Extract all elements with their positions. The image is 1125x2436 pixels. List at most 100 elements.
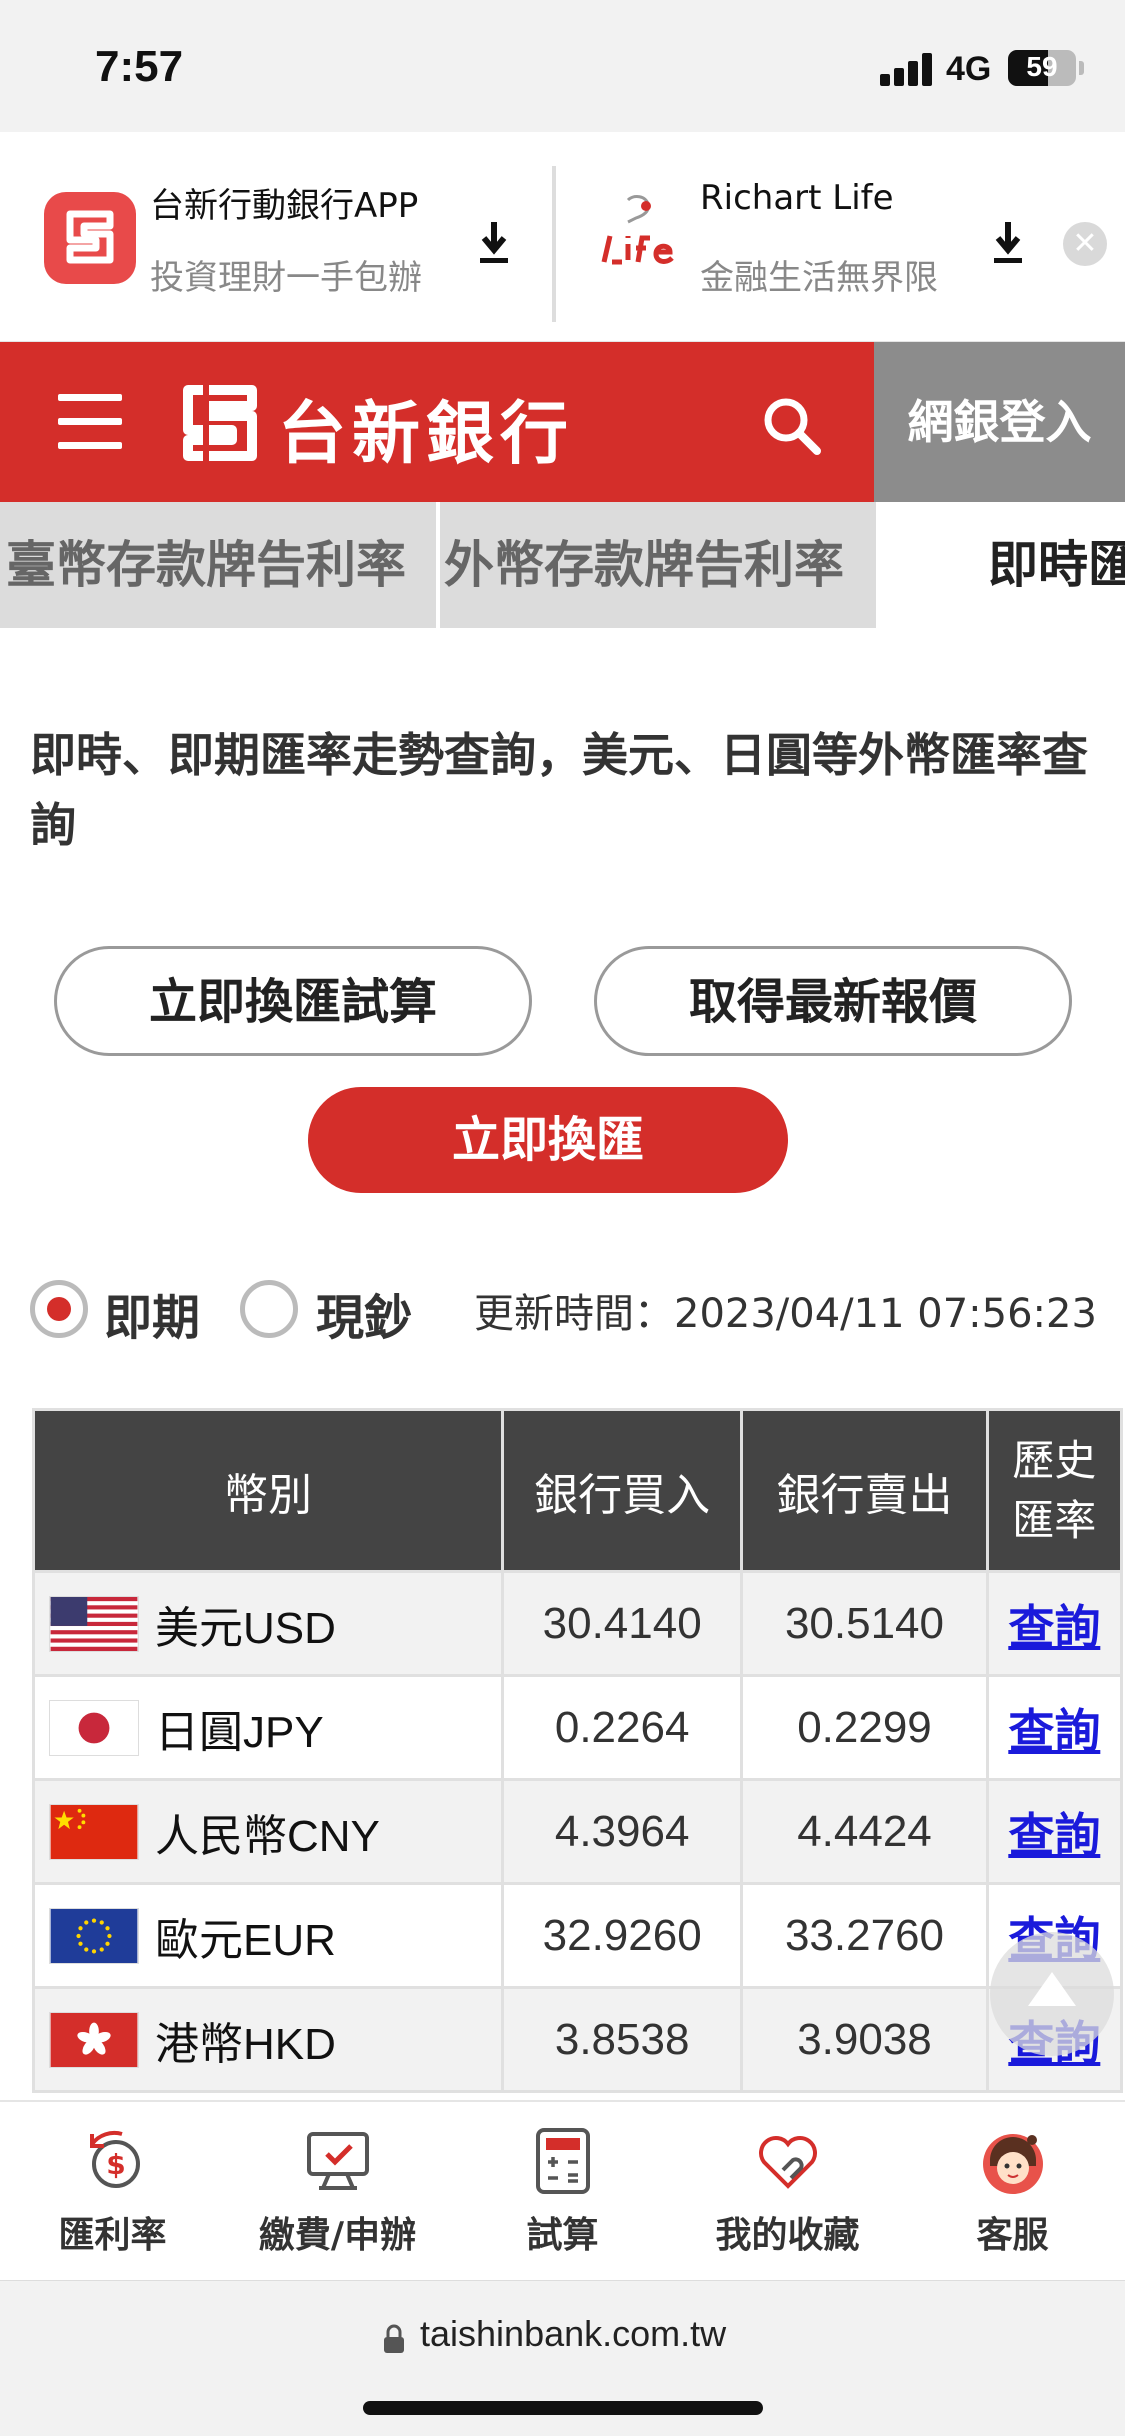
currency-cell: 港幣HKD bbox=[32, 1986, 504, 2093]
history-cell: 查詢 bbox=[985, 1570, 1124, 1677]
get-latest-quote-button[interactable]: 取得最新報價 bbox=[594, 946, 1072, 1056]
page-description: 即時、即期匯率走勢查詢，美元、日圓等外幣匯率查詢 bbox=[30, 728, 1088, 852]
radio-dot bbox=[47, 1297, 71, 1321]
us-flag-icon bbox=[49, 1595, 139, 1652]
app-subtitle: 金融生活無界限 bbox=[700, 258, 938, 298]
app-title[interactable]: Richart Life bbox=[700, 178, 894, 218]
exchange-rate-table: 幣別 銀行買入 銀行賣出 歷史匯率 美元USD 30.4140 30.5140 … bbox=[32, 1408, 1124, 2093]
network-type: 4G bbox=[946, 50, 992, 88]
nav-label: 匯利率 bbox=[58, 2215, 167, 2256]
close-icon[interactable]: ✕ bbox=[1063, 222, 1107, 266]
history-query-link[interactable]: 查詢 bbox=[1008, 1809, 1100, 1861]
cash-label[interactable]: 現鈔 bbox=[316, 1278, 412, 1348]
nav-label: 試算 bbox=[526, 2215, 599, 2256]
signal-icon bbox=[880, 52, 936, 86]
exchange-now-button[interactable]: 立即換匯 bbox=[308, 1087, 788, 1193]
spot-label[interactable]: 即期 bbox=[104, 1278, 200, 1348]
buy-rate: 30.4140 bbox=[500, 1570, 744, 1677]
richart-life-icon[interactable] bbox=[598, 192, 678, 278]
history-query-link[interactable]: 查詢 bbox=[1008, 1705, 1100, 1757]
bottom-nav: $ 匯利率 繳費/申辦 試算 我的收藏 客服 bbox=[0, 2100, 1125, 2280]
cn-flag-icon bbox=[49, 1803, 139, 1860]
buy-rate: 3.8538 bbox=[500, 1986, 744, 2093]
taishin-logo-icon[interactable] bbox=[176, 382, 266, 464]
buy-rate: 32.9260 bbox=[500, 1882, 744, 1989]
nav-item-customer-service[interactable]: 客服 bbox=[900, 2102, 1125, 2282]
banner-divider bbox=[552, 166, 556, 322]
update-time: 更新時間：2023/04/11 07:56:23 bbox=[474, 1291, 1097, 1337]
battery-nub bbox=[1079, 61, 1084, 75]
svg-text:$: $ bbox=[106, 2148, 125, 2181]
sell-rate: 30.5140 bbox=[740, 1570, 989, 1677]
spot-radio[interactable] bbox=[30, 1280, 88, 1338]
sell-rate: 3.9038 bbox=[740, 1986, 989, 2093]
exchange-calc-button[interactable]: 立即換匯試算 bbox=[54, 946, 532, 1056]
history-cell: 查詢 bbox=[985, 1674, 1124, 1781]
nav-item-calculator[interactable]: 試算 bbox=[450, 2102, 675, 2282]
nav-item-payment[interactable]: 繳費/申辦 bbox=[225, 2102, 450, 2282]
nav-item-favorites[interactable]: 我的收藏 bbox=[675, 2102, 900, 2282]
battery-percent: 59 bbox=[1026, 51, 1058, 82]
battery-icon: 59 bbox=[1008, 50, 1076, 86]
currency-name: 美元USD bbox=[155, 1603, 336, 1653]
jp-flag-icon bbox=[49, 1699, 139, 1756]
currency-cell: 歐元EUR bbox=[32, 1882, 504, 1989]
tab-foreign-deposit-rate[interactable]: 外幣存款牌告利率 bbox=[440, 502, 876, 628]
nav-label: 我的收藏 bbox=[715, 2215, 860, 2256]
browser-url-bar[interactable]: taishinbank.com.tw bbox=[0, 2280, 1125, 2436]
history-query-link[interactable]: 查詢 bbox=[1008, 1601, 1100, 1653]
site-header: 台新銀行 bbox=[0, 342, 874, 502]
status-bar: 7:57 4G 59 bbox=[0, 0, 1125, 132]
brand-name[interactable]: 台新銀行 bbox=[278, 378, 574, 477]
column-header: 幣別 bbox=[32, 1408, 504, 1573]
home-indicator[interactable] bbox=[363, 2401, 763, 2415]
currency-cell: 人民幣CNY bbox=[32, 1778, 504, 1885]
table-row: 港幣HKD 3.8538 3.9038 查詢 bbox=[32, 1986, 1124, 2093]
cash-radio[interactable] bbox=[240, 1280, 298, 1338]
column-header: 銀行賣出 bbox=[740, 1408, 989, 1573]
download-icon[interactable] bbox=[988, 218, 1028, 268]
nav-label: 客服 bbox=[976, 2215, 1049, 2256]
tab-realtime-rate[interactable]: 即時匯率 bbox=[988, 502, 1125, 628]
app-title[interactable]: 台新行動銀行APP bbox=[150, 178, 418, 227]
currency-name: 港幣HKD bbox=[155, 2019, 336, 2069]
table-row: 歐元EUR 32.9260 33.2760 查詢 bbox=[32, 1882, 1124, 1989]
column-header: 銀行買入 bbox=[500, 1408, 744, 1573]
calculator-icon bbox=[536, 2128, 590, 2194]
nav-label: 繳費/申辦 bbox=[258, 2215, 417, 2256]
eu-flag-icon bbox=[49, 1907, 139, 1964]
tab-twd-deposit-rate[interactable]: 臺幣存款牌告利率 bbox=[0, 502, 436, 628]
status-time: 7:57 bbox=[95, 42, 184, 91]
app-download-banner: 台新行動銀行APP 投資理財一手包辦 Richart Life 金融生活無界限 bbox=[0, 132, 1125, 342]
table-row: 美元USD 30.4140 30.5140 查詢 bbox=[32, 1570, 1124, 1677]
search-icon[interactable] bbox=[760, 394, 824, 458]
currency-cell: 美元USD bbox=[32, 1570, 504, 1677]
currency-cell: 日圓JPY bbox=[32, 1674, 504, 1781]
sell-rate: 0.2299 bbox=[740, 1674, 989, 1781]
scroll-top-icon[interactable] bbox=[990, 1932, 1114, 2056]
currency-name: 歐元EUR bbox=[155, 1915, 336, 1965]
favorites-icon bbox=[759, 2136, 817, 2189]
online-banking-login-button[interactable]: 網銀登入 bbox=[874, 342, 1125, 502]
buy-rate: 4.3964 bbox=[500, 1778, 744, 1885]
sell-rate: 4.4424 bbox=[740, 1778, 989, 1885]
app-subtitle: 投資理財一手包辦 bbox=[150, 258, 422, 298]
table-header-row: 幣別 銀行買入 銀行賣出 歷史匯率 bbox=[32, 1408, 1124, 1573]
column-header: 歷史匯率 bbox=[985, 1408, 1124, 1573]
customer-service-icon bbox=[983, 2134, 1043, 2194]
url-text[interactable]: taishinbank.com.tw bbox=[420, 2313, 726, 2355]
sell-rate: 33.2760 bbox=[740, 1882, 989, 1989]
table-row: 人民幣CNY 4.3964 4.4424 查詢 bbox=[32, 1778, 1124, 1885]
rate-tabs: 臺幣存款牌告利率 外幣存款牌告利率 即時匯率 bbox=[0, 502, 1125, 628]
history-cell: 查詢 bbox=[985, 1778, 1124, 1885]
lock-icon bbox=[384, 2324, 404, 2353]
download-icon[interactable] bbox=[474, 218, 514, 268]
currency-name: 日圓JPY bbox=[155, 1707, 324, 1757]
buy-rate: 0.2264 bbox=[500, 1674, 744, 1781]
taishin-app-icon[interactable] bbox=[44, 192, 136, 284]
table-row: 日圓JPY 0.2264 0.2299 查詢 bbox=[32, 1674, 1124, 1781]
currency-name: 人民幣CNY bbox=[155, 1811, 380, 1861]
menu-icon[interactable] bbox=[58, 394, 122, 450]
nav-item-rates[interactable]: $ 匯利率 bbox=[0, 2102, 225, 2282]
payment-icon bbox=[307, 2132, 369, 2190]
